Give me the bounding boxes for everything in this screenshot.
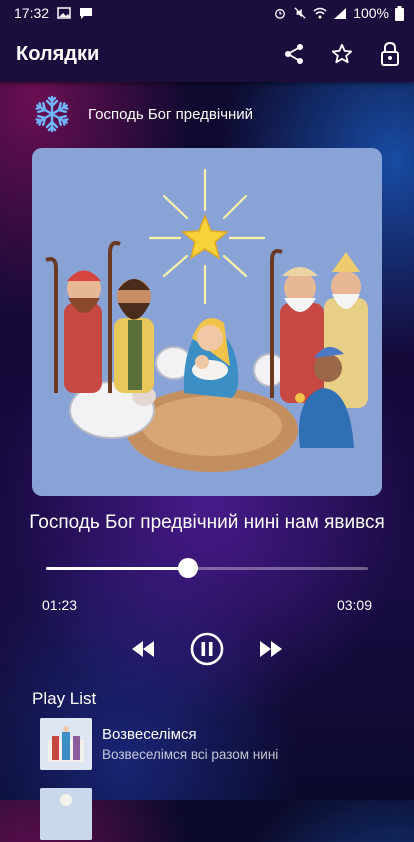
mute-icon bbox=[294, 7, 306, 19]
rewind-icon bbox=[132, 641, 154, 657]
share-button[interactable] bbox=[270, 30, 318, 78]
playlist-item[interactable]: Возвеселімся Возвеселімся всі разом нині bbox=[40, 716, 400, 772]
seek-bar[interactable] bbox=[46, 558, 368, 580]
now-playing-header-title: Господь Бог предвічний bbox=[88, 105, 254, 123]
snowflake-icon bbox=[33, 95, 71, 133]
lock-button[interactable] bbox=[366, 30, 414, 78]
song-title: Господь Бог предвічний нині нам явився bbox=[29, 512, 385, 533]
image-icon bbox=[57, 7, 71, 19]
app-title: Колядки bbox=[16, 42, 100, 65]
battery-percent: 100% bbox=[353, 5, 389, 21]
share-icon bbox=[285, 44, 303, 64]
pause-icon bbox=[190, 632, 224, 666]
elapsed-time: 01:23 bbox=[42, 597, 78, 613]
seek-thumb[interactable] bbox=[177, 558, 198, 578]
app-bar: Колядки bbox=[0, 26, 414, 82]
status-time: 17:32 bbox=[14, 5, 50, 21]
signal-icon bbox=[334, 8, 347, 19]
fast-forward-icon bbox=[260, 641, 282, 657]
alarm-icon bbox=[275, 8, 286, 19]
message-icon bbox=[80, 8, 93, 19]
playlist-item-thumbnail bbox=[40, 718, 92, 770]
pause-button[interactable] bbox=[190, 632, 224, 666]
playback-controls bbox=[0, 627, 414, 671]
star-icon bbox=[331, 43, 353, 64]
playlist-heading: Play List bbox=[32, 689, 97, 708]
playlist-item-subtitle: Возвеселімся всі разом нині bbox=[102, 747, 279, 762]
playlist-item[interactable] bbox=[40, 786, 400, 842]
favorite-button[interactable] bbox=[318, 30, 366, 78]
now-playing-header: Господь Бог предвічний bbox=[32, 94, 253, 134]
playlist-item-title: Возвеселімся bbox=[102, 726, 197, 743]
status-bar: 17:32 100% bbox=[0, 0, 414, 26]
lock-icon bbox=[381, 42, 399, 66]
playlist-item-thumbnail bbox=[40, 788, 92, 840]
album-artwork bbox=[32, 148, 382, 496]
rewind-button[interactable] bbox=[132, 641, 154, 657]
seek-progress bbox=[46, 567, 188, 570]
wifi-icon bbox=[313, 7, 327, 19]
fast-forward-button[interactable] bbox=[260, 641, 282, 657]
total-time: 03:09 bbox=[336, 597, 372, 613]
battery-icon bbox=[395, 5, 404, 21]
